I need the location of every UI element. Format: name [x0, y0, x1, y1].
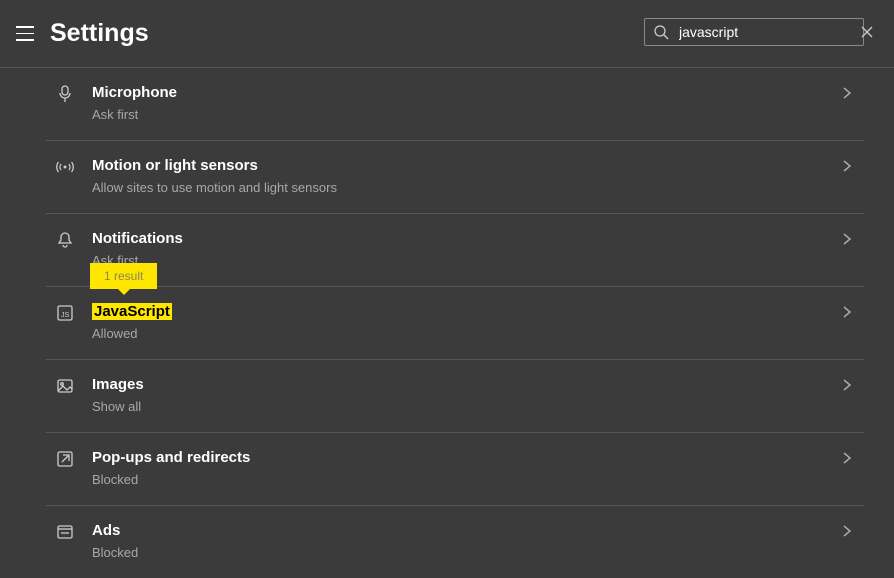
row-subtitle: Show all: [92, 399, 840, 414]
chevron-right-icon: [840, 524, 854, 538]
chevron-right-icon: [840, 378, 854, 392]
microphone-icon: [56, 85, 74, 103]
row-content: 1 result JavaScript Allowed: [92, 301, 840, 341]
images-icon: [56, 377, 74, 395]
chevron-right-icon: [840, 305, 854, 319]
search-result-tooltip: 1 result: [90, 263, 157, 289]
setting-row-ads[interactable]: Ads Blocked: [46, 506, 864, 578]
ads-icon: [56, 523, 74, 541]
row-content: Notifications Ask first: [92, 228, 840, 268]
chevron-right-icon: [840, 86, 854, 100]
setting-row-images[interactable]: Images Show all: [46, 360, 864, 433]
row-content: Microphone Ask first: [92, 82, 840, 122]
row-subtitle: Blocked: [92, 472, 840, 487]
popup-icon: [56, 450, 74, 468]
row-content: Ads Blocked: [92, 520, 840, 560]
search-input[interactable]: [679, 24, 860, 40]
row-content: Pop-ups and redirects Blocked: [92, 447, 840, 487]
row-subtitle: Blocked: [92, 545, 840, 560]
setting-row-motion-sensors[interactable]: Motion or light sensors Allow sites to u…: [46, 141, 864, 214]
bell-icon: [56, 231, 74, 249]
row-title: Microphone: [92, 82, 840, 103]
row-subtitle: Ask first: [92, 107, 840, 122]
page-title: Settings: [50, 19, 149, 48]
setting-row-popups[interactable]: Pop-ups and redirects Blocked: [46, 433, 864, 506]
row-content: Motion or light sensors Allow sites to u…: [92, 155, 840, 195]
svg-text:JS: JS: [61, 312, 70, 319]
setting-row-microphone[interactable]: Microphone Ask first: [46, 68, 864, 141]
row-title: Motion or light sensors: [92, 155, 840, 176]
row-title: JavaScript: [92, 301, 840, 322]
motion-sensors-icon: [56, 158, 74, 176]
row-title: Images: [92, 374, 840, 395]
search-highlight: JavaScript: [92, 303, 172, 320]
settings-list: Microphone Ask first Motion or light sen…: [46, 68, 864, 578]
javascript-icon: JS: [56, 304, 74, 322]
row-subtitle: Ask first: [92, 253, 840, 268]
row-title: Ads: [92, 520, 840, 541]
row-title: Notifications: [92, 228, 840, 249]
chevron-right-icon: [840, 451, 854, 465]
row-title: Pop-ups and redirects: [92, 447, 840, 468]
hamburger-menu-icon[interactable]: [16, 24, 36, 44]
row-subtitle: Allow sites to use motion and light sens…: [92, 180, 840, 195]
setting-row-javascript[interactable]: JS 1 result JavaScript Allowed: [46, 287, 864, 360]
search-box[interactable]: [644, 18, 864, 46]
chevron-right-icon: [840, 159, 854, 173]
chevron-right-icon: [840, 232, 854, 246]
row-content: Images Show all: [92, 374, 840, 414]
search-icon: [653, 24, 669, 40]
row-subtitle: Allowed: [92, 326, 840, 341]
clear-icon[interactable]: [860, 25, 874, 39]
header: Settings: [0, 0, 894, 68]
setting-row-notifications[interactable]: Notifications Ask first: [46, 214, 864, 287]
